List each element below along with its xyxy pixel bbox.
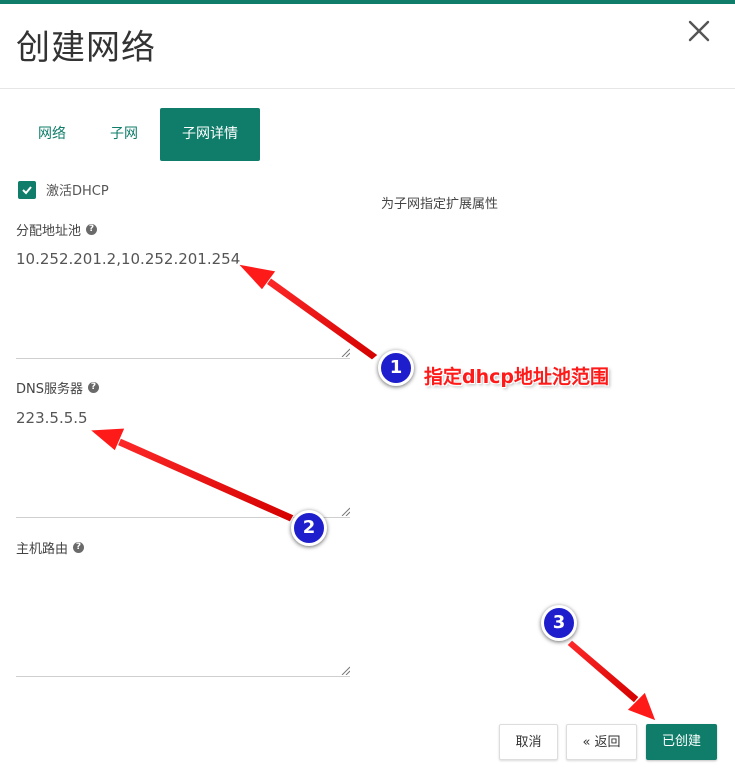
tab-subnet[interactable]: 子网 <box>88 108 160 161</box>
allocation-pool-label: 分配地址池 ? <box>16 220 98 239</box>
checkmark-icon <box>22 185 32 194</box>
dhcp-checkbox-label: 激活DHCP <box>46 184 109 199</box>
dhcp-checkbox-row[interactable]: 激活DHCP <box>18 180 109 199</box>
help-icon[interactable]: ? <box>88 382 99 393</box>
help-icon[interactable]: ? <box>86 224 98 235</box>
close-button[interactable] <box>684 16 714 46</box>
dns-servers-textarea[interactable]: 223.5.5.5 <box>16 409 350 518</box>
allocation-pool-value: 10.252.201.2,10.252.201.254 <box>16 250 241 268</box>
tab-bar: 网络 子网 子网详情 <box>16 108 260 161</box>
close-icon <box>688 20 710 42</box>
help-icon[interactable]: ? <box>73 542 85 553</box>
extended-attributes-hint: 为子网指定扩展属性 <box>381 197 499 212</box>
dns-servers-label-text: DNS服务器 <box>16 382 83 397</box>
host-routes-label-text: 主机路由 <box>16 542 69 557</box>
tab-subnet-details[interactable]: 子网详情 <box>160 108 260 161</box>
resize-grip-icon[interactable] <box>340 347 350 357</box>
dialog-title: 创建网络 <box>16 28 156 68</box>
cancel-button[interactable]: 取消 <box>499 724 558 760</box>
create-button[interactable]: 已创建 <box>646 724 717 760</box>
resize-grip-icon[interactable] <box>340 665 350 675</box>
resize-grip-icon[interactable] <box>340 506 350 516</box>
dns-servers-label: DNS服务器 ? <box>16 378 99 397</box>
allocation-pool-label-text: 分配地址池 <box>16 224 82 239</box>
dhcp-checkbox[interactable] <box>18 180 36 199</box>
allocation-pool-textarea[interactable]: 10.252.201.2,10.252.201.254 <box>16 250 350 359</box>
dns-servers-value: 223.5.5.5 <box>16 409 88 427</box>
back-button[interactable]: « 返回 <box>566 724 637 760</box>
host-routes-textarea[interactable] <box>16 568 350 677</box>
header-divider <box>0 88 735 89</box>
host-routes-label: 主机路由 ? <box>16 538 85 557</box>
create-network-dialog: 创建网络 网络 子网 子网详情 激活DHCP 为子网指定扩展属性 分配地址池 ?… <box>0 0 735 774</box>
tab-network[interactable]: 网络 <box>16 108 88 161</box>
